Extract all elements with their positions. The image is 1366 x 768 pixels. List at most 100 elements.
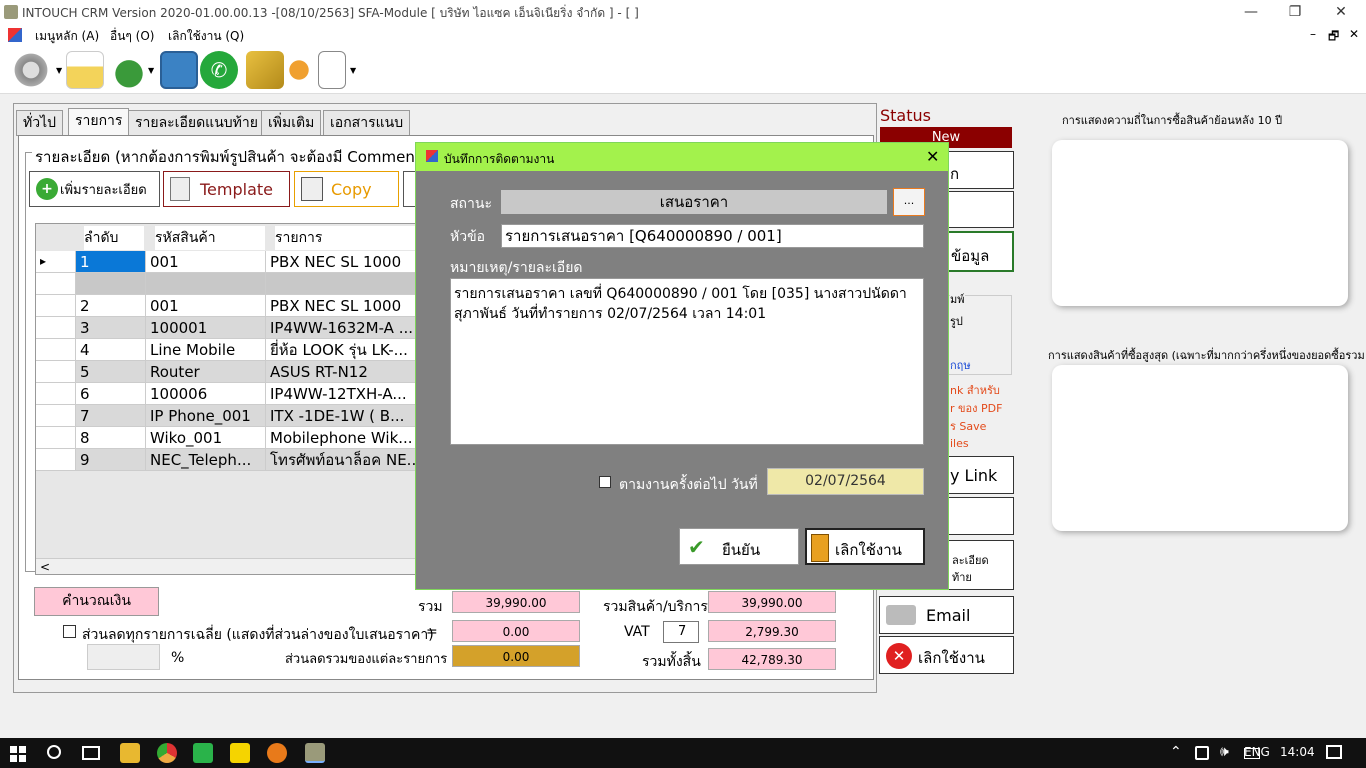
network-icon[interactable]	[1195, 746, 1209, 760]
print-option-image[interactable]: รูป	[950, 312, 963, 330]
row-header-cell[interactable]	[36, 273, 76, 295]
row-header-cell[interactable]	[36, 361, 76, 383]
tab-additional[interactable]: เพิ่มเติม	[261, 110, 322, 136]
calc-button[interactable]: คำนวณเงิน	[34, 587, 159, 616]
line-chart-icon[interactable]	[160, 51, 198, 89]
code-cell[interactable]: 100001	[146, 317, 266, 339]
grid-hscroll[interactable]: <	[36, 558, 416, 574]
code-cell[interactable]	[146, 273, 266, 295]
report-icon[interactable]	[318, 51, 346, 89]
seq-cell[interactable]: 9	[76, 449, 146, 471]
seq-cell[interactable]: 6	[76, 383, 146, 405]
row-header-cell[interactable]	[36, 317, 76, 339]
dropdown-arrow-icon-3[interactable]: ▼	[350, 66, 356, 75]
volume-icon[interactable]: 🕪	[1220, 744, 1229, 760]
menu-exit[interactable]: เลิกใช้งาน (Q)	[168, 27, 244, 46]
tab-items[interactable]: รายการ	[68, 108, 130, 136]
search-icon[interactable]	[47, 745, 61, 759]
mdi-minimize-button[interactable]: –	[1310, 27, 1316, 41]
row-header-cell[interactable]	[36, 383, 76, 405]
seq-cell[interactable]: 3	[76, 317, 146, 339]
intouch-crm-taskbar-icon[interactable]	[305, 743, 325, 763]
exit-button[interactable]: ✕ เลิกใช้งาน	[879, 636, 1014, 674]
menu-main[interactable]: เมนูหลัก (A)	[35, 27, 99, 46]
subject-input[interactable]: รายการเสนอราคา [Q640000890 / 001]	[501, 224, 924, 248]
language-indicator[interactable]: ENG	[1244, 745, 1270, 759]
line-app-icon[interactable]	[193, 743, 213, 763]
print-option-english[interactable]: กฤษ	[950, 356, 971, 374]
dropdown-arrow-icon[interactable]: ▼	[56, 66, 62, 75]
mdi-restore-button[interactable]: 🗗	[1328, 27, 1339, 48]
item-cell[interactable]: PBX NEC SL 1000	[266, 295, 416, 317]
followup-date-input[interactable]: 02/07/2564	[767, 468, 924, 495]
percent-input[interactable]	[87, 644, 160, 670]
quotation-folder-icon[interactable]	[66, 51, 104, 89]
table-row[interactable]: 8 Wiko_001 Mobilephone Wik...	[36, 427, 416, 449]
seq-cell[interactable]: 8	[76, 427, 146, 449]
pin-hand-icon[interactable]	[280, 51, 318, 89]
table-row[interactable]: 3 100001 IP4WW-1632M-A ...	[36, 317, 416, 339]
tab-appendix[interactable]: รายละเอียดแนบท้าย	[128, 110, 265, 136]
table-row[interactable]: 5 Router ASUS RT-N12	[36, 361, 416, 383]
app-f-icon[interactable]	[230, 743, 250, 763]
tab-general[interactable]: ทั่วไป	[16, 110, 64, 136]
vat-rate-input[interactable]: 7	[663, 621, 699, 643]
seq-cell[interactable]: 1	[76, 251, 146, 273]
item-cell[interactable]: Mobilephone Wik...	[266, 427, 416, 449]
money-bag-icon[interactable]	[110, 51, 148, 89]
code-cell[interactable]: Wiko_001	[146, 427, 266, 449]
mdi-close-button[interactable]: ✕	[1349, 27, 1359, 41]
seq-cell[interactable]	[76, 273, 146, 295]
minimize-button[interactable]: —	[1228, 0, 1274, 24]
maximize-button[interactable]: ❐	[1272, 0, 1318, 24]
table-row[interactable]: 4 Line Mobile ยี่ห้อ LOOK รุ่น LK-...	[36, 339, 416, 361]
task-view-icon[interactable]	[82, 746, 100, 760]
handshake-icon[interactable]	[246, 51, 284, 89]
avg-discount-value[interactable]: 0.00	[452, 620, 580, 642]
item-cell[interactable]: โทรศัพท์อนาล็อค NE...	[266, 449, 416, 471]
status-picker-button[interactable]: ...	[893, 188, 925, 216]
avg-discount-checkbox[interactable]	[63, 625, 76, 638]
code-cell[interactable]: Router	[146, 361, 266, 383]
cancel-button[interactable]: เลิกใช้งาน	[805, 528, 925, 565]
close-button[interactable]: ✕	[1318, 0, 1364, 24]
seq-cell[interactable]: 2	[76, 295, 146, 317]
code-cell[interactable]: 001	[146, 251, 266, 273]
email-button[interactable]: Email	[879, 596, 1014, 634]
code-cell[interactable]: 001	[146, 295, 266, 317]
add-detail-button[interactable]: + เพิ่มรายละเอียด	[29, 171, 160, 207]
table-row[interactable]: 2 001 PBX NEC SL 1000	[36, 295, 416, 317]
confirm-button[interactable]: ✔ ยืนยัน	[679, 528, 799, 565]
item-cell[interactable]: IP4WW-1632M-A ...	[266, 317, 416, 339]
notification-icon[interactable]	[1326, 745, 1342, 759]
item-cell[interactable]: ITX -1DE-1W ( B...	[266, 405, 416, 427]
item-cell[interactable]: IP4WW-12TXH-A...	[266, 383, 416, 405]
seq-cell[interactable]: 5	[76, 361, 146, 383]
template-button[interactable]: Template	[163, 171, 290, 207]
followup-checkbox[interactable]	[599, 476, 611, 488]
code-cell[interactable]: 100006	[146, 383, 266, 405]
menu-other[interactable]: อื่นๆ (O)	[110, 27, 154, 46]
scroll-left-icon[interactable]: <	[40, 560, 50, 574]
code-cell[interactable]: Line Mobile	[146, 339, 266, 361]
table-row[interactable]: 9 NEC_Teleph... โทรศัพท์อนาล็อค NE...	[36, 449, 416, 471]
table-row[interactable]: 6 100006 IP4WW-12TXH-A...	[36, 383, 416, 405]
row-header-cell[interactable]	[36, 339, 76, 361]
row-header-cell[interactable]	[36, 405, 76, 427]
whatsapp-icon[interactable]: ✆	[200, 51, 238, 89]
seq-cell[interactable]: 7	[76, 405, 146, 427]
settings-gear-icon[interactable]	[12, 51, 50, 89]
row-header-cell[interactable]	[36, 427, 76, 449]
seq-cell[interactable]: 4	[76, 339, 146, 361]
code-cell[interactable]: NEC_Teleph...	[146, 449, 266, 471]
tray-expand-icon[interactable]: ⌃	[1170, 744, 1182, 760]
note-textarea[interactable]: รายการเสนอราคา เลขที่ Q640000890 / 001 โ…	[450, 278, 924, 445]
item-cell[interactable]: ยี่ห้อ LOOK รุ่น LK-...	[266, 339, 416, 361]
chrome-icon[interactable]	[157, 743, 177, 763]
code-cell[interactable]: IP Phone_001	[146, 405, 266, 427]
table-row[interactable]	[36, 273, 416, 295]
dialog-close-button[interactable]: ✕	[926, 147, 939, 166]
basketball-icon[interactable]	[267, 743, 287, 763]
clock[interactable]: 14:04	[1280, 745, 1315, 759]
item-cell[interactable]	[266, 273, 416, 295]
